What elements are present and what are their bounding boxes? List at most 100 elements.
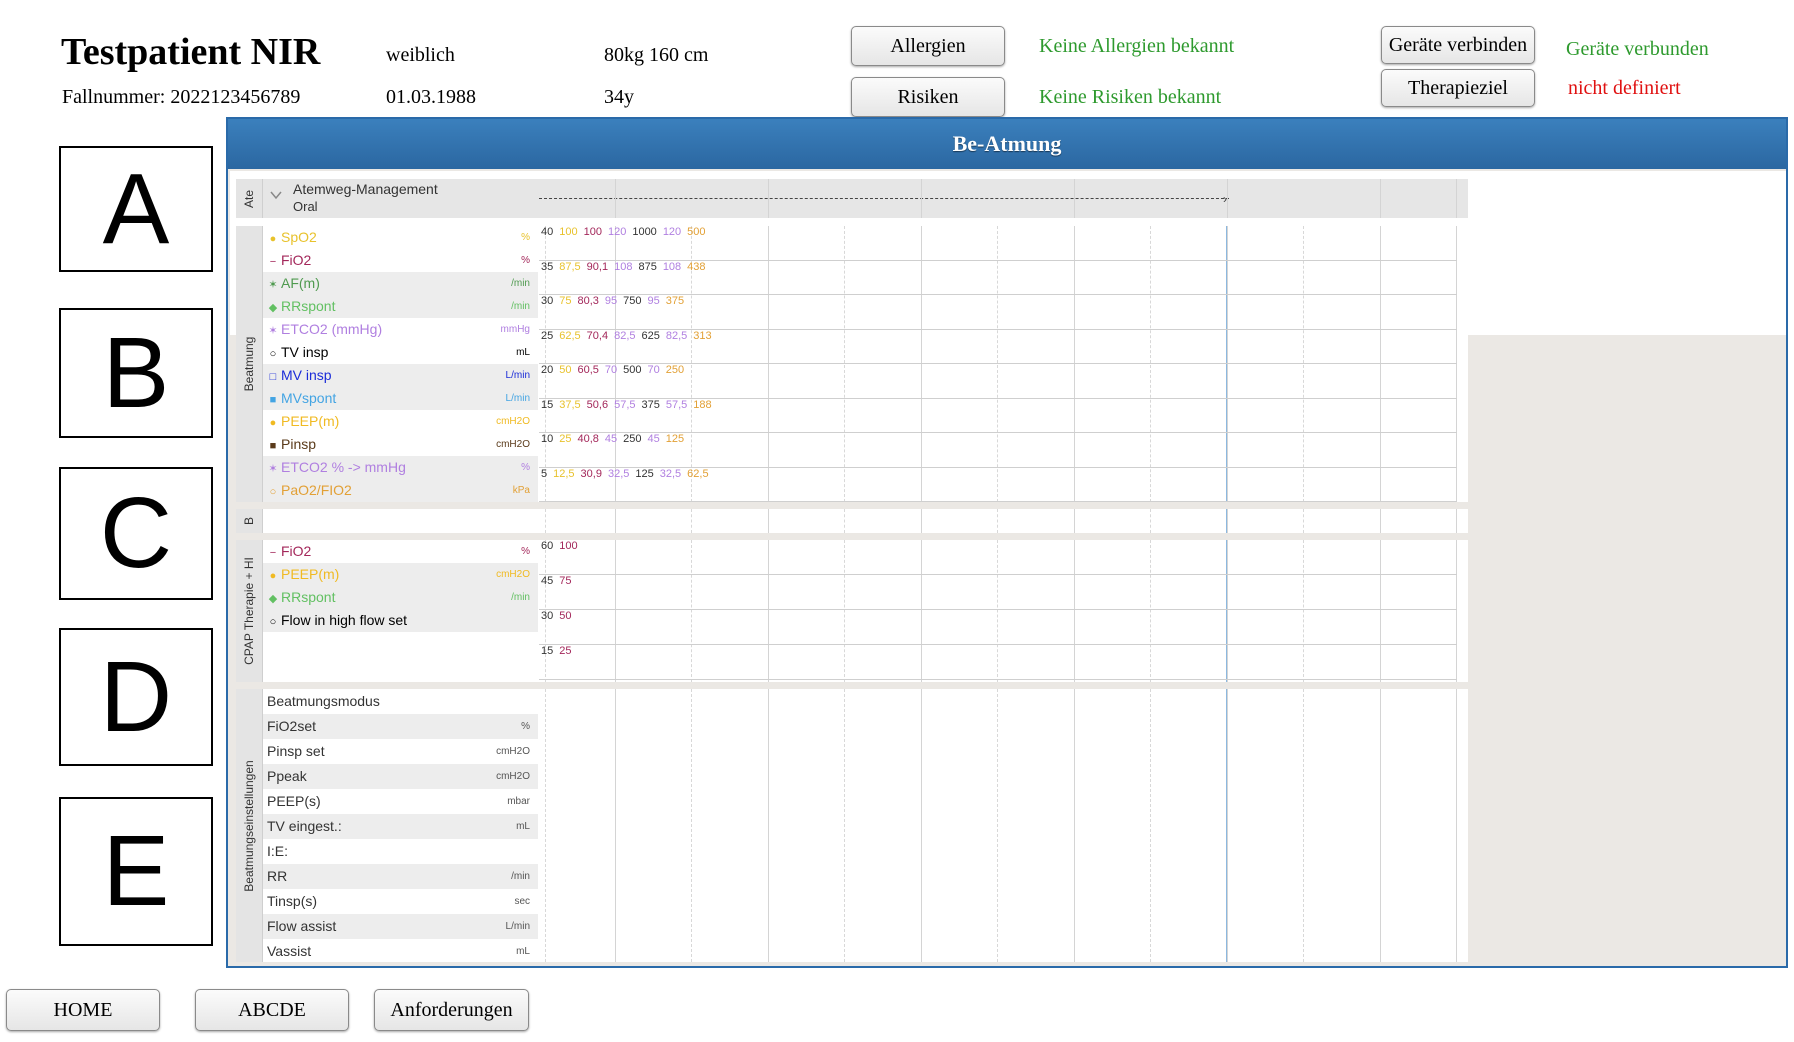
cpap-scale-value: 30 (541, 610, 554, 622)
beatmung-scale-value: 37,5 (559, 398, 581, 411)
beatmung-scale-value: 32,5 (659, 467, 682, 480)
cpap-side-label: CPAP Therapie + HI (236, 540, 263, 682)
nav-e-button[interactable]: E (59, 797, 213, 946)
beatmung-side-label: Beatmung (236, 226, 263, 502)
beatmung-scale-value: 45 (604, 433, 618, 445)
settings-label: I:E: (267, 843, 289, 859)
cpap-scale-row: 30 50 (541, 610, 578, 622)
legend-marker-icon: ○ (269, 348, 277, 360)
beatmung-scale-value: 25 (559, 433, 572, 445)
cpap-param-label: FiO2 (281, 543, 312, 559)
airway-title: Atemweg-Management (293, 181, 438, 197)
settings-row[interactable]: Vassist mL (263, 939, 538, 964)
nav-c-button[interactable]: C (59, 467, 213, 600)
settings-row[interactable]: I:E: (263, 839, 538, 864)
cpap-param-row[interactable]: ● PEEP(m) cmH2O (263, 563, 538, 586)
risks-button[interactable]: Risiken (851, 77, 1005, 117)
beatmung-param-row[interactable]: ■ MVspont L/min (263, 387, 538, 410)
beatmung-param-label: RRspont (281, 298, 336, 314)
grid-line (997, 226, 998, 502)
allergies-button[interactable]: Allergien (851, 26, 1005, 66)
settings-row[interactable]: Pinsp set cmH2O (263, 739, 538, 764)
cpap-param-row[interactable]: ◆ RRspont/min (263, 586, 538, 609)
beatmung-scale-value: 35 (541, 260, 554, 273)
beatmung-section: Beatmung ● SpO2% − FiO2% ✶ AF(m)/min ◆ RRspont /… (236, 226, 1468, 502)
beatmung-scale-value: 108 (662, 260, 682, 273)
beatmung-param-row[interactable]: ◆ RRspont/min (263, 295, 538, 318)
settings-unit: mbar (507, 796, 530, 807)
settings-row[interactable]: Beatmungsmodus (263, 689, 538, 714)
settings-row-band (539, 714, 1457, 740)
settings-row[interactable]: RR/min (263, 864, 538, 889)
connect-devices-button[interactable]: Geräte verbinden (1381, 26, 1535, 64)
beatmung-scale-row: 30 75 80,3 95 750 95 375 (541, 295, 690, 307)
settings-row[interactable]: Tinsp(s) sec (263, 889, 538, 914)
cpap-param-row[interactable]: − FiO2% (263, 540, 538, 563)
settings-row[interactable]: PEEP(s) mbar (263, 789, 538, 814)
beatmung-param-row[interactable]: ■ Pinsp cmH2O (263, 433, 538, 456)
settings-row-band (539, 839, 1457, 865)
beatmung-scale-value: 62,5 (559, 329, 581, 342)
beatmung-scale-value: 875 (638, 260, 657, 273)
settings-row-band (539, 914, 1457, 940)
legend-marker-icon: ○ (269, 616, 277, 628)
beatmung-param-label: MV insp (281, 367, 332, 383)
beatmung-param-label: FiO2 (281, 252, 312, 268)
chevron-down-icon[interactable] (270, 189, 282, 201)
legend-marker-icon: ✶ (268, 279, 278, 291)
nav-d-button[interactable]: D (59, 628, 213, 766)
settings-row[interactable]: Ppeak cmH2O (263, 764, 538, 789)
grid-line (539, 644, 1457, 645)
beatmung-scale-value: 188 (693, 398, 712, 411)
legend-marker-icon: ■ (269, 394, 277, 406)
beatmung-param-row[interactable]: ● PEEP(m) cmH2O (263, 410, 538, 433)
beatmung-param-row[interactable]: ✶ ETCO2 % -> mmHg% (263, 456, 538, 479)
beatmung-param-row[interactable]: ✶ AF(m) /min (263, 272, 538, 295)
legend-marker-icon: ✶ (268, 325, 278, 337)
grid-line (1303, 689, 1304, 962)
beatmung-scale-value: 438 (687, 260, 706, 273)
beatmung-scale-value: 60,5 (577, 364, 599, 376)
legend-marker-icon: ◆ (268, 302, 278, 314)
therapy-goal-button[interactable]: Therapieziel (1381, 69, 1535, 107)
cpap-param-row[interactable]: ○ Flow in high flow set (263, 609, 538, 632)
grid-line (844, 540, 845, 682)
settings-row[interactable]: Flow assist L/min (263, 914, 538, 939)
grid-line (844, 226, 845, 502)
b-grid (539, 509, 1457, 533)
beatmung-scale-value: 10 (541, 433, 554, 445)
settings-row[interactable]: FiO2set% (263, 714, 538, 739)
beatmung-param-row[interactable]: ● SpO2% (263, 226, 538, 249)
home-button[interactable]: HOME (6, 989, 160, 1031)
beatmung-param-row[interactable]: ✶ ETCO2 (mmHg) mmHg (263, 318, 538, 341)
settings-row-band (539, 789, 1457, 815)
abcde-button[interactable]: ABCDE (195, 989, 349, 1031)
beatmung-param-row[interactable]: □ MV insp L/min (263, 364, 538, 387)
settings-row[interactable]: TV eingest.: mL (263, 814, 538, 839)
patient-weight-height: 80kg 160 cm (604, 44, 709, 66)
beatmung-param-unit: cmH2O (496, 439, 530, 450)
grid-line (691, 540, 692, 682)
nav-a-button[interactable]: A (59, 146, 213, 272)
grid-line (921, 540, 922, 682)
settings-label: Ppeak (267, 768, 307, 784)
grid-line (1150, 226, 1151, 502)
beatmung-scale-value: 95 (647, 295, 660, 307)
cpap-scale-value: 100 (559, 540, 578, 552)
airway-subtitle: Oral (293, 199, 318, 214)
beatmung-param-row[interactable]: − FiO2% (263, 249, 538, 272)
settings-unit: /min (511, 871, 530, 882)
allergies-status: Keine Allergien bekannt (1039, 35, 1235, 57)
beatmung-param-label: AF(m) (281, 275, 320, 291)
beatmung-param-row[interactable]: ○ TV insp mL (263, 341, 538, 364)
beatmung-param-label: PaO2/FIO2 (281, 482, 352, 498)
grid-line (1456, 540, 1457, 682)
beatmung-param-unit: cmH2O (496, 416, 530, 427)
beatmung-param-label: Pinsp (281, 436, 317, 452)
nav-b-button[interactable]: B (59, 308, 213, 438)
requests-button[interactable]: Anforderungen (374, 989, 529, 1031)
beatmung-param-row[interactable]: ○ PaO2/FIO2 kPa (263, 479, 538, 502)
beatmung-param-unit: L/min (505, 393, 530, 404)
beatmung-scale-value: 45 (647, 433, 660, 445)
b-section: B (236, 509, 1468, 533)
